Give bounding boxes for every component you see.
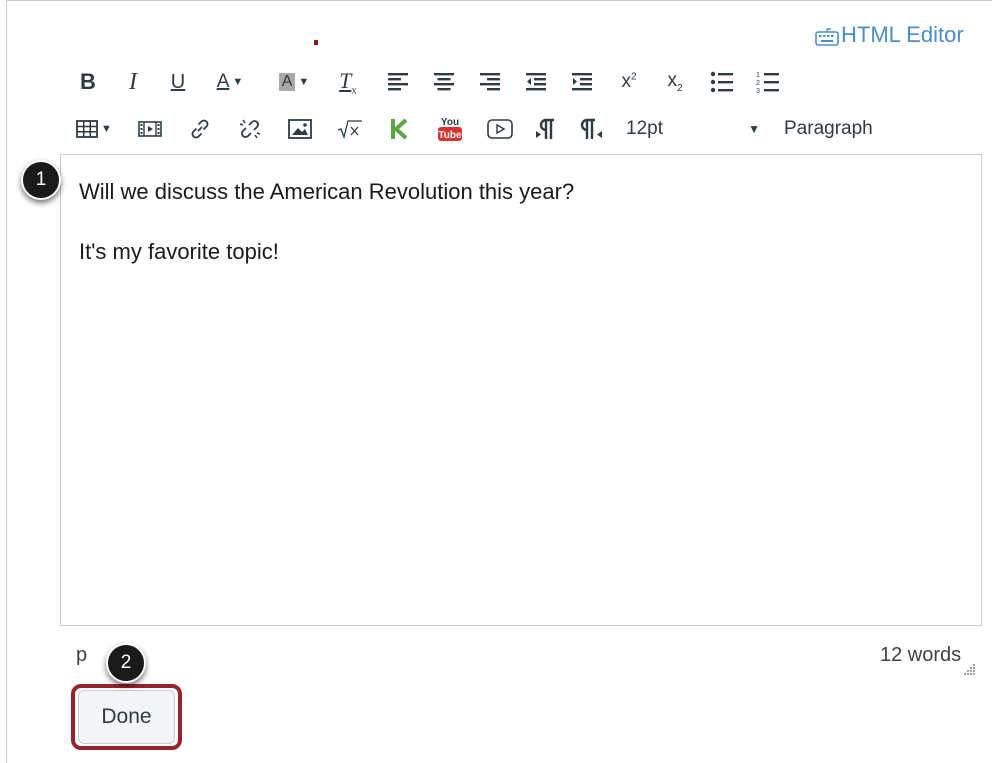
table-button[interactable]: ▼ — [70, 111, 118, 147]
indent-button[interactable] — [562, 64, 602, 100]
font-color-button[interactable]: A ▼ — [200, 64, 260, 100]
word-count: 12 words — [880, 644, 962, 666]
html-editor-link[interactable]: HTML Editor — [815, 22, 964, 48]
ltr-button[interactable] — [528, 111, 564, 147]
keyboard-icon — [815, 26, 839, 46]
rtl-button[interactable] — [574, 111, 610, 147]
link-button[interactable] — [182, 111, 218, 147]
svg-text:3: 3 — [756, 88, 760, 94]
svg-text:2: 2 — [756, 80, 760, 87]
align-center-icon — [434, 73, 454, 91]
numbered-list-button[interactable]: 123 — [748, 64, 788, 100]
table-icon — [76, 120, 98, 138]
kaltura-icon — [391, 118, 408, 140]
done-button[interactable]: Done — [78, 690, 175, 744]
subscript-icon: x2 — [667, 70, 683, 94]
play-icon — [487, 119, 513, 139]
clear-formatting-icon: Tx — [339, 67, 357, 97]
record-media-button[interactable] — [482, 111, 518, 147]
element-path: p — [76, 644, 88, 666]
bullet-list-icon — [710, 71, 733, 93]
bold-button[interactable]: B — [70, 64, 106, 100]
indent-icon — [572, 73, 592, 91]
paragraph-ltr-icon — [536, 118, 554, 139]
film-icon — [138, 121, 162, 137]
align-right-button[interactable] — [470, 64, 510, 100]
youtube-button[interactable]: You Tube — [432, 111, 468, 147]
content-paragraph: It's my favorite topic! — [79, 239, 279, 264]
formatting-toolbar: B I U A ▼ A ▼ Tx x2 x2 123 — [70, 62, 788, 102]
align-left-button[interactable] — [378, 64, 418, 100]
svg-text:Tube: Tube — [438, 130, 462, 141]
align-left-icon — [388, 73, 408, 91]
svg-text:You: You — [441, 117, 459, 128]
caret-down-icon: ▼ — [101, 123, 112, 135]
link-icon — [191, 119, 209, 139]
svg-text:1: 1 — [756, 72, 760, 79]
callout-badge-2: 2 — [106, 643, 146, 683]
italic-button[interactable]: I — [114, 64, 152, 100]
clear-formatting-button[interactable]: Tx — [328, 64, 368, 100]
square-root-icon — [337, 120, 362, 139]
font-size-select[interactable]: 12pt ▼ — [626, 118, 766, 140]
background-color-button[interactable]: A ▼ — [264, 64, 324, 100]
kaltura-button[interactable] — [382, 111, 418, 147]
numbered-list-icon: 123 — [756, 72, 779, 94]
equation-button[interactable] — [332, 111, 368, 147]
subscript-button[interactable]: x2 — [656, 64, 694, 100]
cursor-marker — [314, 40, 318, 45]
background-color-icon: A — [278, 73, 296, 91]
resize-handle-icon[interactable] — [962, 663, 976, 677]
outdent-button[interactable] — [516, 64, 556, 100]
callout-badge-1: 1 — [21, 160, 61, 200]
rich-text-content-area[interactable]: Will we discuss the American Revolution … — [60, 154, 982, 626]
caret-down-icon: ▼ — [232, 76, 244, 88]
underline-button[interactable]: U — [160, 64, 196, 100]
align-right-icon — [480, 73, 500, 91]
unlink-button[interactable] — [232, 111, 268, 147]
image-icon — [288, 119, 312, 139]
insert-toolbar: ▼ You Tube 12pt ▼ Paragraph — [70, 109, 980, 149]
youtube-icon: You Tube — [438, 117, 462, 141]
superscript-icon: x2 — [621, 71, 637, 92]
unlink-icon — [239, 119, 261, 139]
superscript-button[interactable]: x2 — [610, 64, 648, 100]
font-color-icon: A — [216, 71, 230, 92]
html-editor-label: HTML Editor — [841, 22, 964, 47]
font-size-value: 12pt — [626, 118, 663, 139]
content-paragraph: Will we discuss the American Revolution … — [79, 179, 575, 204]
align-center-button[interactable] — [424, 64, 464, 100]
paragraph-rtl-icon — [580, 118, 602, 139]
image-button[interactable] — [282, 111, 318, 147]
block-format-select[interactable]: Paragraph — [784, 118, 873, 140]
caret-down-icon: ▼ — [748, 122, 760, 136]
caret-down-icon: ▼ — [298, 76, 310, 88]
outdent-icon — [526, 73, 546, 91]
bullet-list-button[interactable] — [702, 64, 742, 100]
media-embed-button[interactable] — [132, 111, 168, 147]
